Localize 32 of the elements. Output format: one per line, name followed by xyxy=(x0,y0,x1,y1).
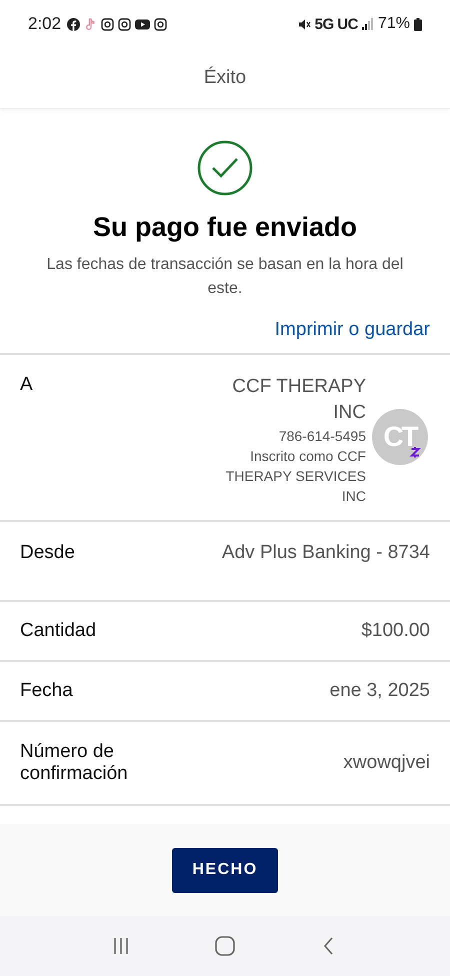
enrollment-text: Inscrito como CCF THERAPY SERVICES INC xyxy=(224,447,366,506)
camera-icon xyxy=(154,18,168,30)
clock-time: 2:02 xyxy=(28,14,62,34)
mute-icon xyxy=(298,18,311,30)
field-label: Fecha xyxy=(20,680,73,702)
field-value: $100.00 xyxy=(361,620,430,642)
battery-icon xyxy=(414,18,422,30)
play-icon xyxy=(135,18,150,30)
success-heading: Su pago fue enviado xyxy=(92,212,358,243)
facebook-icon xyxy=(67,18,80,30)
field-label: Número de confirmación xyxy=(20,741,129,785)
success-check-icon xyxy=(197,140,253,196)
home-icon xyxy=(214,935,236,957)
phone-number: 786-614-5495 xyxy=(278,427,366,446)
field-label: Cantidad xyxy=(20,620,96,642)
camera-icon xyxy=(118,18,132,30)
page-title: Éxito xyxy=(204,67,246,89)
camera-icon xyxy=(101,18,114,30)
music-note-icon xyxy=(84,18,98,30)
recipient-name: CCF THERAPY INC xyxy=(231,375,366,425)
field-value: Adv Plus Banking - 8734 xyxy=(222,542,430,564)
z-badge-icon xyxy=(408,445,422,459)
network-label: 5G UC xyxy=(314,16,358,32)
signal-icon xyxy=(362,18,374,30)
field-label: A xyxy=(20,374,33,396)
info-text: Las fechas de transacción se basan en la hora del este. xyxy=(46,255,404,299)
print-link[interactable]: Imprimir o guardar xyxy=(274,317,430,343)
done-button[interactable]: HECHO xyxy=(172,848,278,892)
battery-percent: 71% xyxy=(378,15,410,33)
field-label: Desde xyxy=(20,542,75,564)
field-value: ene 3, 2025 xyxy=(330,680,430,702)
field-value: xwowqjvei xyxy=(343,752,430,774)
